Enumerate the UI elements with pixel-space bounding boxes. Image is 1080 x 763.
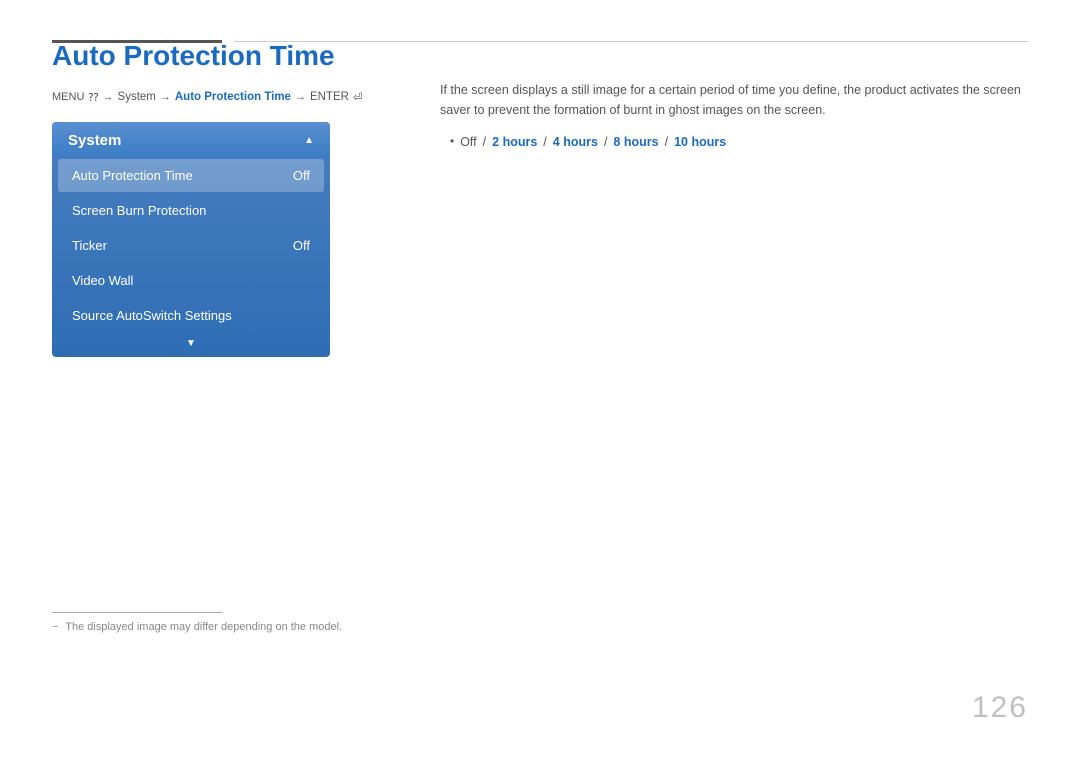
menu-item-label-screen-burn: Screen Burn Protection	[72, 203, 206, 218]
options-item: Off / 2 hours / 4 hours / 8 hours / 10 h…	[450, 132, 1028, 152]
options-list: Off / 2 hours / 4 hours / 8 hours / 10 h…	[440, 132, 1028, 152]
menu-item-auto-protection[interactable]: Auto Protection Time Off	[58, 159, 324, 192]
option-4hours: 4 hours	[553, 132, 598, 152]
option-separator-2: /	[543, 132, 546, 152]
menu-item-label-auto-protection: Auto Protection Time	[72, 168, 193, 183]
breadcrumb-system: System	[118, 91, 156, 103]
enter-icon: ⏎	[353, 90, 363, 104]
footnote-dash: −	[52, 621, 58, 633]
right-content: If the screen displays a still image for…	[440, 80, 1028, 152]
menu-item-label-video-wall: Video Wall	[72, 273, 133, 288]
option-2hours: 2 hours	[492, 132, 537, 152]
system-panel: System ▲ Auto Protection Time Off Screen…	[52, 122, 330, 357]
footnote-content: The displayed image may differ depending…	[65, 621, 342, 633]
option-8hours: 8 hours	[613, 132, 658, 152]
breadcrumb-enter: ENTER	[310, 91, 349, 103]
panel-arrow-up-icon: ▲	[304, 135, 314, 146]
option-off: Off	[460, 132, 476, 152]
menu-icon-symbol: ⁇	[88, 91, 98, 104]
description-main: If the screen displays a still image for…	[440, 80, 1028, 120]
menu-item-label-ticker: Ticker	[72, 238, 107, 253]
breadcrumb-arrow-2: →	[160, 91, 171, 103]
menu-item-ticker[interactable]: Ticker Off	[58, 229, 324, 262]
system-panel-title: System	[68, 132, 121, 149]
option-separator-4: /	[665, 132, 668, 152]
menu-item-source-autoswitch[interactable]: Source AutoSwitch Settings	[58, 299, 324, 332]
menu-item-value-ticker: Off	[293, 238, 310, 253]
option-10hours: 10 hours	[674, 132, 726, 152]
menu-item-label-source-autoswitch: Source AutoSwitch Settings	[72, 308, 232, 323]
page-container: Auto Protection Time MENU ⁇ → System → A…	[0, 0, 1080, 763]
footnote-section: − The displayed image may differ dependi…	[52, 612, 342, 633]
breadcrumb: MENU ⁇ → System → Auto Protection Time →…	[52, 90, 422, 104]
breadcrumb-arrow-1: →	[103, 91, 114, 103]
menu-item-video-wall[interactable]: Video Wall	[58, 264, 324, 297]
option-separator-3: /	[604, 132, 607, 152]
breadcrumb-arrow-3: →	[295, 91, 306, 103]
breadcrumb-current: Auto Protection Time	[175, 91, 291, 103]
footnote-text: − The displayed image may differ dependi…	[52, 621, 342, 633]
panel-arrow-down-icon: ▼	[52, 334, 330, 351]
page-number: 126	[972, 691, 1028, 725]
page-title: Auto Protection Time	[52, 40, 422, 72]
left-section: Auto Protection Time MENU ⁇ → System → A…	[52, 40, 422, 357]
menu-item-value-auto-protection: Off	[293, 168, 310, 183]
option-separator-1: /	[483, 132, 486, 152]
system-panel-header: System ▲	[52, 122, 330, 157]
menu-item-screen-burn[interactable]: Screen Burn Protection	[58, 194, 324, 227]
footnote-line	[52, 612, 222, 613]
menu-label: MENU	[52, 91, 84, 103]
